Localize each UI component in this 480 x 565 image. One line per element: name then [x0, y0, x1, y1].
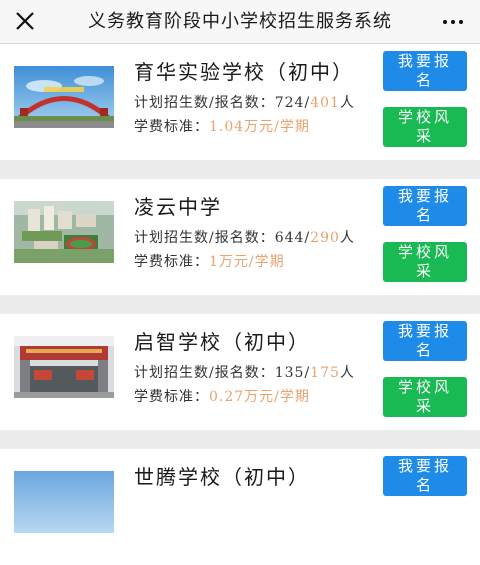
plan-label: 计划招生数/报名数： — [134, 365, 275, 381]
enrolled-count: 175 — [310, 365, 340, 381]
school-photo — [14, 66, 114, 128]
person-unit: 人 — [339, 365, 355, 381]
school-card: 启智学校（初中） 计划招生数/报名数：135/175人 学费标准：0.27万元/… — [0, 314, 480, 430]
plan-count: 644/ — [274, 230, 311, 246]
fee-line: 学费标准：1万元/学期 — [134, 251, 285, 271]
enrolled-count: 401 — [310, 95, 340, 111]
school-name[interactable]: 启智学校（初中） — [134, 326, 310, 355]
page-title: 义务教育阶段中小学校招生服务系统 — [88, 11, 392, 32]
plan-count: 724/ — [274, 95, 311, 111]
enrollment-line: 计划招生数/报名数：135/175人 — [134, 362, 355, 382]
enrollment-line: 计划招生数/报名数：724/401人 — [134, 92, 355, 112]
close-icon[interactable] — [10, 6, 40, 36]
enrollment-line: 计划招生数/报名数：644/290人 — [134, 227, 355, 247]
top-bar: 义务教育阶段中小学校招生服务系统 — [0, 0, 480, 44]
fee-line: 学费标准：1.04万元/学期 — [134, 116, 310, 136]
fee-line: 学费标准：0.27万元/学期 — [134, 386, 310, 406]
fee-value: 1万元/学期 — [209, 254, 285, 270]
school-name[interactable]: 世腾学校（初中） — [134, 461, 310, 490]
fee-label: 学费标准： — [134, 119, 209, 135]
school-style-button[interactable]: 学校风采 — [383, 242, 467, 282]
person-unit: 人 — [339, 230, 355, 246]
enrolled-count: 290 — [310, 230, 340, 246]
school-card: 育华实验学校（初中） 计划招生数/报名数：724/401人 学费标准：1.04万… — [0, 44, 480, 160]
fee-value: 0.27万元/学期 — [209, 389, 310, 405]
school-name[interactable]: 育华实验学校（初中） — [134, 56, 354, 85]
school-card: 世腾学校（初中） 我要报名 — [0, 449, 480, 565]
fee-label: 学费标准： — [134, 389, 209, 405]
more-icon[interactable] — [436, 8, 470, 36]
school-style-button[interactable]: 学校风采 — [383, 377, 467, 417]
plan-count: 135/ — [274, 365, 311, 381]
school-photo — [14, 336, 114, 398]
school-card: 凌云中学 计划招生数/报名数：644/290人 学费标准：1万元/学期 我要报名… — [0, 179, 480, 295]
fee-value: 1.04万元/学期 — [209, 119, 310, 135]
school-photo — [14, 471, 114, 533]
plan-label: 计划招生数/报名数： — [134, 95, 275, 111]
school-style-button[interactable]: 学校风采 — [383, 107, 467, 147]
school-name[interactable]: 凌云中学 — [134, 191, 222, 220]
plan-label: 计划招生数/报名数： — [134, 230, 275, 246]
school-photo — [14, 201, 114, 263]
apply-button[interactable]: 我要报名 — [383, 186, 467, 226]
fee-label: 学费标准： — [134, 254, 209, 270]
person-unit: 人 — [339, 95, 355, 111]
apply-button[interactable]: 我要报名 — [383, 456, 467, 496]
apply-button[interactable]: 我要报名 — [383, 321, 467, 361]
apply-button[interactable]: 我要报名 — [383, 51, 467, 91]
